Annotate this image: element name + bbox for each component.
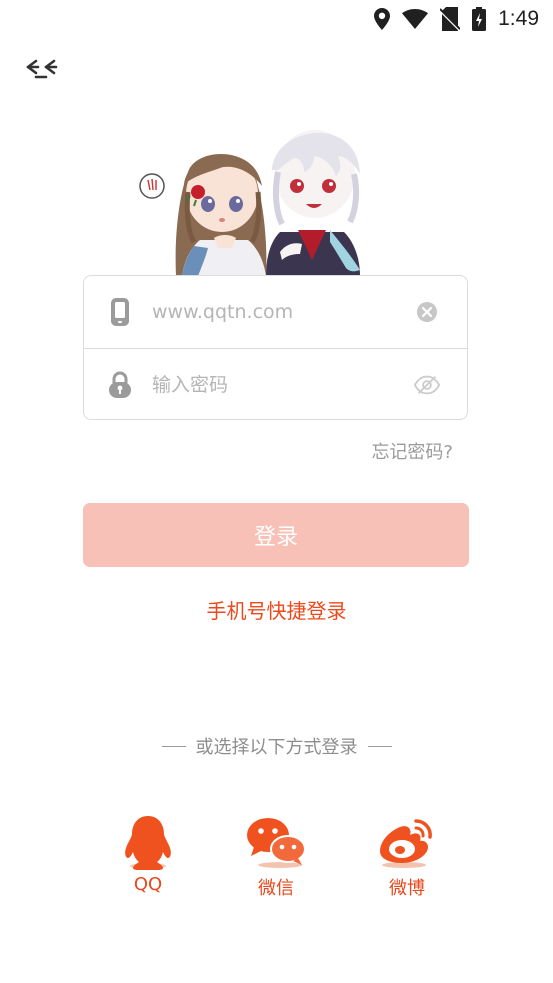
battery-charging-icon bbox=[472, 7, 487, 31]
login-button[interactable]: 登录 bbox=[83, 503, 469, 567]
qq-icon bbox=[103, 808, 193, 874]
location-icon bbox=[374, 8, 391, 30]
weibo-login-button[interactable]: 微博 bbox=[362, 808, 452, 900]
wifi-icon bbox=[402, 9, 429, 29]
divider-line-right bbox=[367, 745, 392, 747]
wechat-icon bbox=[231, 808, 321, 874]
boy-figure bbox=[266, 130, 360, 276]
anime-couple-illustration bbox=[139, 130, 360, 276]
wechat-label: 微信 bbox=[258, 878, 294, 899]
status-bar: 1:49 bbox=[0, 0, 553, 38]
divider-line-left bbox=[161, 745, 186, 747]
phone-quick-login-link[interactable]: 手机号快捷登录 bbox=[0, 595, 553, 624]
divider: 或选择以下方式登录 bbox=[0, 733, 553, 759]
divider-text: 或选择以下方式登录 bbox=[195, 737, 358, 758]
back-button[interactable] bbox=[22, 55, 70, 91]
no-sim-icon bbox=[440, 7, 461, 31]
login-form bbox=[83, 275, 468, 420]
status-time: 1:49 bbox=[498, 7, 539, 30]
weibo-icon bbox=[362, 808, 452, 874]
phone-icon bbox=[106, 296, 134, 328]
back-arrow-icon bbox=[26, 59, 58, 79]
clear-icon[interactable] bbox=[413, 298, 441, 326]
phone-row bbox=[84, 276, 467, 349]
weibo-label: 微博 bbox=[389, 878, 425, 899]
password-input[interactable] bbox=[150, 373, 404, 397]
forgot-password-link[interactable]: 忘记密码? bbox=[371, 438, 453, 464]
wechat-login-button[interactable]: 微信 bbox=[231, 808, 321, 900]
password-row bbox=[84, 349, 467, 421]
lock-icon bbox=[106, 369, 134, 401]
speech-bubble-icon bbox=[139, 173, 165, 199]
phone-input[interactable] bbox=[150, 300, 404, 324]
qq-login-button[interactable]: QQ bbox=[103, 808, 193, 895]
qq-label: QQ bbox=[133, 874, 163, 895]
hide-password-icon[interactable] bbox=[413, 371, 441, 399]
girl-figure bbox=[175, 154, 267, 276]
status-icons: 1:49 bbox=[374, 6, 539, 32]
